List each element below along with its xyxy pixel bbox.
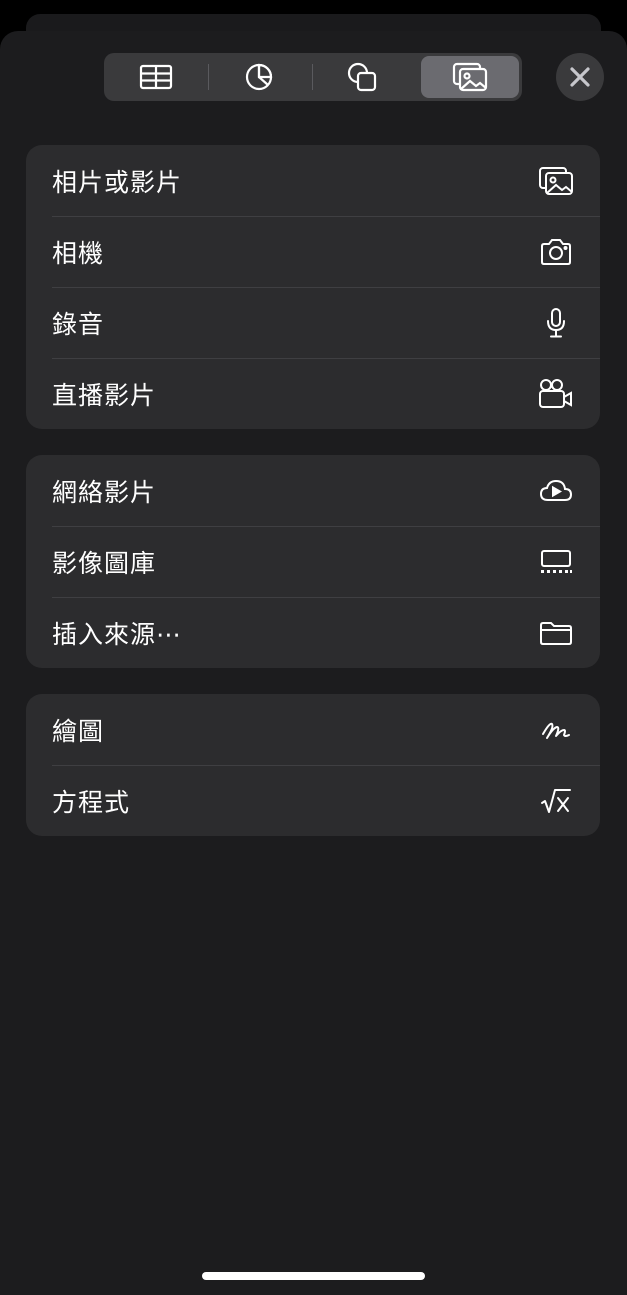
folder-icon <box>536 613 576 653</box>
table-icon <box>139 64 173 90</box>
menu-item-drawing[interactable]: 繪圖 <box>26 694 600 765</box>
segment-divider <box>312 64 313 90</box>
menu-item-label: 插入來源⋯ <box>52 619 183 649</box>
menu-item-photo-or-video[interactable]: 相片或影片 <box>26 145 600 216</box>
drawing-group: 繪圖 方程式 <box>26 694 600 836</box>
segment-media[interactable] <box>421 56 519 98</box>
media-icon <box>452 62 488 92</box>
menu-item-image-gallery[interactable]: 影像圖庫 <box>26 526 600 597</box>
menu-item-label: 直播影片 <box>52 380 157 410</box>
scribble-icon <box>536 710 576 750</box>
cloud-play-icon <box>536 471 576 511</box>
menu-item-label: 相機 <box>52 238 105 268</box>
camera-icon <box>536 232 576 272</box>
photo-icon <box>536 161 576 201</box>
menu-item-audio-recording[interactable]: 錄音 <box>26 287 600 358</box>
menu-item-equation[interactable]: 方程式 <box>26 765 600 836</box>
home-indicator[interactable] <box>202 1272 425 1280</box>
video-camera-icon <box>536 374 576 414</box>
insert-type-segmented-control <box>104 53 522 101</box>
close-icon <box>569 66 591 88</box>
equation-icon <box>536 781 576 821</box>
segment-chart[interactable] <box>210 56 308 98</box>
menu-item-camera[interactable]: 相機 <box>26 216 600 287</box>
chart-icon <box>244 62 274 92</box>
media-sources-group: 相片或影片 相機 錄音 直播影片 <box>26 145 600 429</box>
segment-divider <box>208 64 209 90</box>
menu-item-label: 方程式 <box>52 787 131 817</box>
menu-item-label: 相片或影片 <box>52 167 183 197</box>
menu-item-web-video[interactable]: 網絡影片 <box>26 455 600 526</box>
menu-item-label: 繪圖 <box>52 716 105 746</box>
menu-item-label: 錄音 <box>52 309 105 339</box>
menu-item-label: 影像圖庫 <box>52 548 157 578</box>
microphone-icon <box>536 303 576 343</box>
web-sources-group: 網絡影片 影像圖庫 插入來源⋯ <box>26 455 600 668</box>
segment-shapes[interactable] <box>314 56 412 98</box>
menu-item-insert-from[interactable]: 插入來源⋯ <box>26 597 600 668</box>
menu-item-label: 網絡影片 <box>52 477 157 507</box>
close-button[interactable] <box>556 53 604 101</box>
menu-item-live-video[interactable]: 直播影片 <box>26 358 600 429</box>
image-gallery-icon <box>536 542 576 582</box>
segment-table[interactable] <box>107 56 205 98</box>
shapes-icon <box>346 61 380 93</box>
